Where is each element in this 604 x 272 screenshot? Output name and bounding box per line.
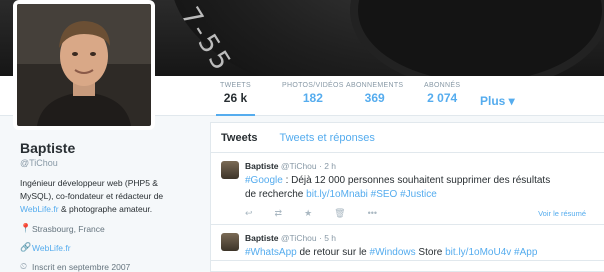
- more-options-icon[interactable]: •••: [368, 208, 377, 218]
- bio-text: Ingénieur développeur web (PHP5 &: [20, 178, 158, 188]
- website-link[interactable]: WebLife.fr: [32, 243, 71, 253]
- profile-handle[interactable]: @TiChou: [20, 158, 200, 168]
- stat-value: 26 k: [223, 91, 248, 105]
- hashtag-link[interactable]: #App: [514, 247, 537, 258]
- avatar[interactable]: [13, 0, 155, 130]
- profile-card: Baptiste @TiChou Ingénieur développeur w…: [20, 140, 200, 272]
- stat-followers[interactable]: ABONNÉS 2 074: [424, 82, 460, 105]
- bio-link[interactable]: WebLife.fr: [20, 204, 59, 214]
- hashtag-link[interactable]: #SEO: [371, 189, 398, 200]
- tab-tweets-and-replies[interactable]: Tweets et réponses: [279, 132, 374, 144]
- retweet-icon[interactable]: ⇄: [275, 208, 283, 219]
- tweet-actions: ↩ ⇄ ★ 🗑 ••• Voir le résumé: [245, 202, 594, 224]
- tweet-text-part: de recherche: [245, 189, 307, 200]
- tweet-text-part: de retour sur le: [296, 247, 370, 258]
- hashtag-link[interactable]: #WhatsApp: [245, 247, 297, 258]
- reply-icon[interactable]: ↩: [245, 208, 253, 219]
- tweet[interactable]: Baptiste @TiChou · 5 h #WhatsApp de reto…: [211, 225, 604, 261]
- timeline-tabs: Tweets Tweets et réponses: [211, 123, 604, 153]
- tweet-text: #WhatsApp de retour sur le #Windows Stor…: [245, 246, 594, 260]
- tweet[interactable]: Baptiste @TiChou · 2 h #Google : Déjà 12…: [211, 153, 604, 225]
- tweet-meta: @TiChou · 5 h: [280, 233, 337, 243]
- favorite-icon[interactable]: ★: [304, 208, 312, 219]
- tweet-text-part: : Déjà 12 000 personnes souhaitent suppr…: [282, 175, 551, 186]
- tab-tweets[interactable]: Tweets: [221, 132, 257, 144]
- profile-website: 🔗 WebLife.fr: [20, 241, 200, 254]
- camera-lens-ring: [350, 0, 604, 76]
- stat-tweets[interactable]: TWEETS 26 k: [216, 82, 255, 116]
- tweet-text-part: Store: [415, 247, 446, 258]
- profile-bio: Ingénieur développeur web (PHP5 & MySQL)…: [20, 177, 200, 216]
- tweet-avatar[interactable]: [221, 161, 239, 179]
- hashtag-link[interactable]: #Windows: [370, 247, 416, 258]
- joined-text: Inscrit en septembre 2007: [32, 261, 131, 272]
- url-link[interactable]: bit.ly/1oMoU4v: [445, 247, 511, 258]
- tweet-author[interactable]: Baptiste: [245, 233, 279, 243]
- delete-icon[interactable]: 🗑: [334, 208, 345, 219]
- stat-value: 2 074: [427, 91, 458, 105]
- calendar-icon: ⏲: [20, 261, 28, 271]
- stat-value: 182: [302, 91, 323, 105]
- profile-name[interactable]: Baptiste: [20, 140, 200, 156]
- tweet-header: Baptiste @TiChou · 2 h: [245, 161, 594, 171]
- location-pin-icon: 📍: [20, 223, 32, 233]
- hashtag-link[interactable]: #Google: [245, 175, 283, 186]
- tweet-header: Baptiste @TiChou · 5 h: [245, 233, 594, 243]
- timeline: Tweets Tweets et réponses Baptiste @TiCh…: [210, 122, 604, 272]
- stat-label: ABONNÉS: [424, 82, 461, 89]
- tweet-text: #Google : Déjà 12 000 personnes souhaite…: [245, 174, 594, 202]
- stat-label: TWEETS: [220, 82, 251, 89]
- bio-text: MySQL), co-fondateur et rédacteur de: [20, 191, 164, 201]
- stat-photos-videos[interactable]: PHOTOS/VIDÉOS 182: [282, 82, 344, 105]
- url-link[interactable]: bit.ly/1oMnabi: [306, 189, 368, 200]
- tweet-avatar[interactable]: [221, 233, 239, 251]
- location-text: Strasbourg, France: [32, 223, 105, 234]
- tweet-meta: @TiChou · 2 h: [280, 161, 337, 171]
- stat-value: 369: [364, 91, 385, 105]
- stat-label: PHOTOS/VIDÉOS: [282, 82, 344, 89]
- avatar-photo: [17, 4, 151, 126]
- stat-following[interactable]: ABONNEMENTS 369: [346, 82, 403, 105]
- link-icon: 🔗: [20, 242, 32, 252]
- tweet-author[interactable]: Baptiste: [245, 161, 279, 171]
- hashtag-link[interactable]: #Justice: [400, 189, 437, 200]
- view-summary-link[interactable]: Voir le résumé: [538, 209, 586, 218]
- stat-label: ABONNEMENTS: [346, 82, 404, 89]
- profile-joined: ⏲ Inscrit en septembre 2007: [20, 260, 200, 272]
- bio-text: & photographe amateur.: [58, 204, 153, 214]
- more-button[interactable]: Plus ▾: [480, 94, 515, 108]
- profile-location: 📍 Strasbourg, France: [20, 222, 200, 235]
